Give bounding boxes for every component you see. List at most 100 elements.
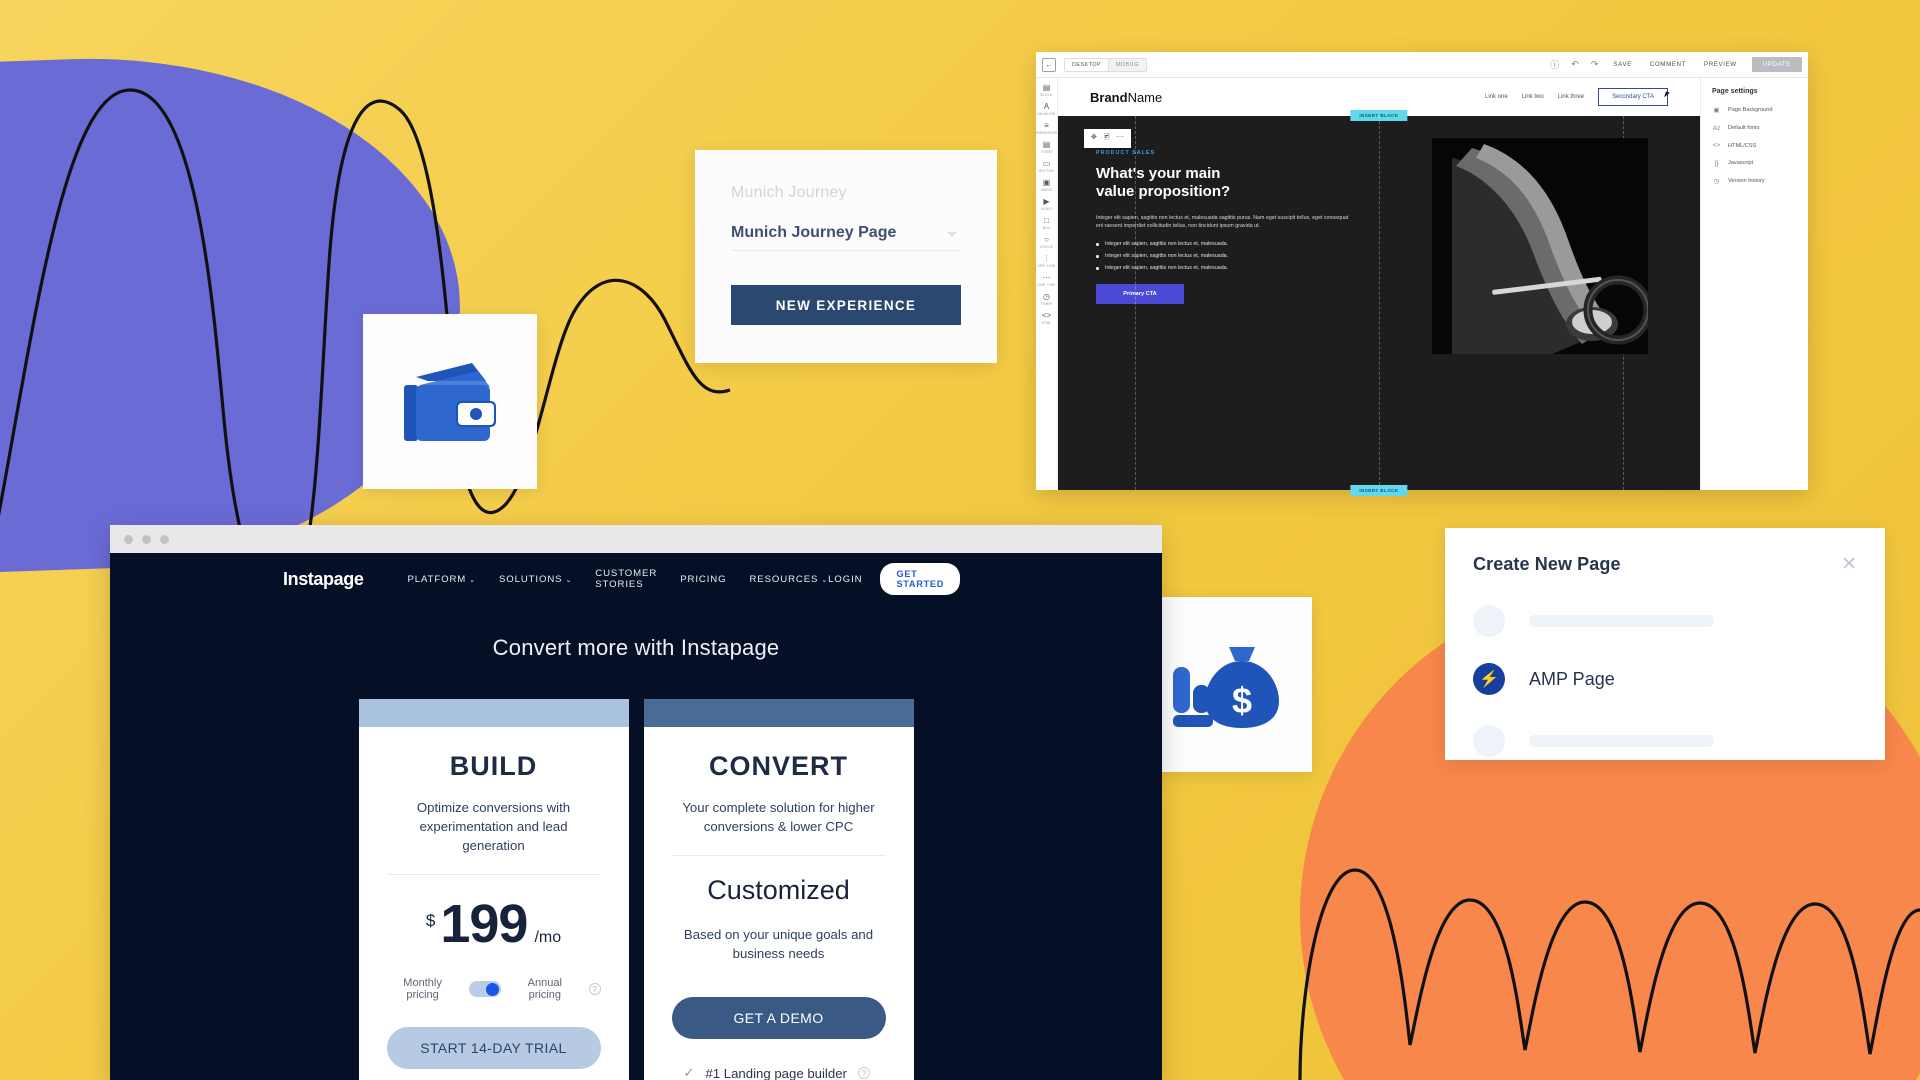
tool-ver-line[interactable]: ⦙ VER. LINE xyxy=(1038,254,1056,268)
image-icon[interactable]: 🖻 xyxy=(1104,133,1110,144)
page-settings-item-default-fonts[interactable]: Az Default fonts xyxy=(1712,125,1808,132)
page-nav-link-3[interactable]: Link three xyxy=(1558,94,1584,100)
comment-button[interactable]: COMMENT xyxy=(1650,61,1686,68)
screenshot-stage: Munich Journey Munich Journey Page NEW E… xyxy=(0,0,1920,1080)
site-nav-solutions[interactable]: SOLUTIONS ⌄ xyxy=(499,574,572,585)
site-heading: Convert more with Instapage xyxy=(492,635,780,660)
undo-icon[interactable]: ↶ xyxy=(1571,59,1579,70)
box-icon: □ xyxy=(1044,216,1049,225)
paragraph-icon: ≡ xyxy=(1044,121,1049,130)
lightning-bolt-icon: ⚡ xyxy=(1473,663,1505,695)
new-experience-button[interactable]: NEW EXPERIENCE xyxy=(731,285,961,325)
site-nav-links: PLATFORM ⌄ SOLUTIONS ⌄ CUSTOMER STORIES PRICI… xyxy=(407,568,828,590)
money-bag-icon: $ xyxy=(1173,646,1279,728)
pricing-plans: BUILD Optimize conversions with experime… xyxy=(110,699,1162,1080)
question-circle-icon[interactable]: ? xyxy=(857,1067,870,1079)
plan-convert-price-sub: Based on your unique goals and business … xyxy=(683,927,874,961)
tool-hor-line[interactable]: ⋯ HOR. LINE xyxy=(1037,273,1055,287)
page-settings-item-label: Default fonts xyxy=(1728,125,1760,131)
primary-cta-button[interactable]: Primary CTA xyxy=(1096,283,1184,304)
move-icon[interactable]: ✥ xyxy=(1091,133,1097,144)
page-settings-item-javascript[interactable]: {} Javascript xyxy=(1712,160,1808,167)
vertical-line-icon: ⦙ xyxy=(1045,254,1048,263)
page-settings-item-label: HTML/CSS xyxy=(1728,142,1757,149)
page-settings-item-html-css[interactable]: <> HTML/CSS xyxy=(1712,142,1808,149)
page-settings-title: Page settings xyxy=(1712,88,1758,95)
get-started-button[interactable]: GET STARTED xyxy=(880,563,961,595)
question-circle-icon[interactable]: ? xyxy=(588,983,601,995)
munich-journey-card: Munich Journey Munich Journey Page NEW E… xyxy=(695,150,997,363)
hero-bullet-list: Integer elit sapien, sagittis non lectus… xyxy=(1096,241,1379,271)
site-nav-pricing[interactable]: PRICING xyxy=(680,574,726,585)
plan-build-amount: 199 xyxy=(440,894,528,954)
browser-chrome-bar xyxy=(110,525,1162,553)
close-icon[interactable]: ✕ xyxy=(1841,555,1857,574)
tool-image[interactable]: ▣ IMAGE xyxy=(1041,178,1053,192)
traffic-light-close-icon[interactable] xyxy=(124,534,133,544)
tool-box[interactable]: □ BOX xyxy=(1043,216,1050,230)
instapage-site: Instapage PLATFORM ⌄ SOLUTIONS ⌄ CUSTOMER ST… xyxy=(110,553,1162,1080)
hero-bullet-2: Integer elit sapien, sagittis non lectus… xyxy=(1096,253,1379,259)
plan-convert-feature-1-label: #1 Landing page builder xyxy=(705,1065,847,1080)
plan-convert-inner: CONVERT Your complete solution for highe… xyxy=(644,727,914,1080)
traffic-light-maximize-icon[interactable] xyxy=(160,534,169,544)
login-link[interactable]: LOGIN xyxy=(828,574,862,585)
billing-period-toggle[interactable] xyxy=(468,981,501,997)
traffic-light-minimize-icon[interactable] xyxy=(142,534,151,544)
plan-build-inner: BUILD Optimize conversions with experime… xyxy=(359,727,629,1080)
back-arrow-icon[interactable]: ← xyxy=(1042,57,1056,72)
hero-headline: What's your main value proposition? xyxy=(1096,165,1379,201)
tool-headline[interactable]: A HEADLINE xyxy=(1038,102,1056,116)
image-icon: ▣ xyxy=(1042,178,1051,187)
plan-convert-divider xyxy=(671,855,886,856)
monthly-pricing-label[interactable]: Monthly pricing xyxy=(387,977,459,1001)
hero-headline-line2: value proposition? xyxy=(1096,183,1231,200)
amp-page-option[interactable]: ⚡ AMP Page xyxy=(1473,663,1857,695)
tool-label: FORM xyxy=(1041,149,1052,154)
site-nav-customer-stories[interactable]: CUSTOMER STORIES xyxy=(595,568,657,590)
site-nav-platform[interactable]: PLATFORM ⌄ xyxy=(407,574,476,585)
device-desktop-option[interactable]: DESKTOP xyxy=(1065,58,1109,71)
page-nav-links: Link one Link two Link three Secondary C… xyxy=(1485,88,1670,106)
page-settings-item-label: Version history xyxy=(1728,178,1765,184)
preview-button[interactable]: PREVIEW xyxy=(1704,61,1737,68)
page-hero-section: INSERT BLOCK ✥ 🖻 ⋯ PRODUCT SALES What's … xyxy=(1058,110,1700,496)
tool-html[interactable]: <> HTML xyxy=(1042,311,1052,325)
tool-button[interactable]: ▭ BUTTON xyxy=(1039,159,1054,173)
get-a-demo-button[interactable]: GET A DEMO xyxy=(671,997,886,1039)
tool-block[interactable]: ▤ BLOCK xyxy=(1040,83,1052,97)
page-nav-link-2[interactable]: Link two xyxy=(1522,94,1544,100)
save-button[interactable]: SAVE xyxy=(1613,61,1631,68)
purple-blob-decoration xyxy=(0,45,469,581)
wallet-icon xyxy=(404,362,496,441)
device-mobile-option[interactable]: MOBILE xyxy=(1108,58,1147,71)
start-trial-button[interactable]: START 14-DAY TRIAL xyxy=(386,1027,601,1069)
plan-card-build: BUILD Optimize conversions with experime… xyxy=(358,699,629,1080)
secondary-cta-button[interactable]: Secondary CTA xyxy=(1598,88,1670,106)
plan-build-currency: $ xyxy=(425,911,436,930)
page-nav-link-1[interactable]: Link one xyxy=(1485,94,1508,100)
tool-video[interactable]: ▶ VIDEO xyxy=(1041,197,1052,211)
annual-pricing-label[interactable]: Annual pricing xyxy=(511,977,579,1001)
brand-name-light: Name xyxy=(1127,89,1163,105)
more-icon[interactable]: ⋯ xyxy=(1117,133,1124,144)
site-nav-resources[interactable]: RESOURCES ⌄ xyxy=(749,574,828,585)
brand-name-bold: Brand xyxy=(1090,89,1128,105)
question-circle-icon[interactable]: ⓘ xyxy=(1550,58,1559,71)
tool-circle[interactable]: ○ CIRCLE xyxy=(1040,235,1053,249)
update-button[interactable]: UPDATE xyxy=(1751,57,1802,72)
tool-timer[interactable]: ◷ TIMER xyxy=(1041,292,1052,306)
tool-paragraph[interactable]: ≡ PARAGRAPH xyxy=(1035,121,1057,135)
tool-form[interactable]: ▤ FORM xyxy=(1041,140,1051,154)
redo-icon[interactable]: ↷ xyxy=(1591,59,1599,70)
munich-page-select[interactable]: Munich Journey Page xyxy=(731,224,961,251)
device-toggle[interactable]: DESKTOP MOBILE xyxy=(1064,57,1148,72)
instapage-builder-window: ← DESKTOP MOBILE ⓘ ↶ ↷ SAVE COMMENT PREV… xyxy=(1035,52,1808,496)
page-settings-item-version-history[interactable]: ◷ Version history xyxy=(1712,177,1808,185)
insert-block-bottom-button[interactable]: INSERT BLOCK xyxy=(1350,485,1408,496)
page-settings-item-page-background[interactable]: ▣ Page Background xyxy=(1712,106,1808,114)
instapage-logo[interactable]: Instapage xyxy=(283,569,364,590)
timer-icon: ◷ xyxy=(1043,292,1050,301)
plan-convert-feature-1: ✓ #1 Landing page builder ? xyxy=(672,1065,886,1080)
block-tools-popover[interactable]: ✥ 🖻 ⋯ xyxy=(1084,129,1131,148)
